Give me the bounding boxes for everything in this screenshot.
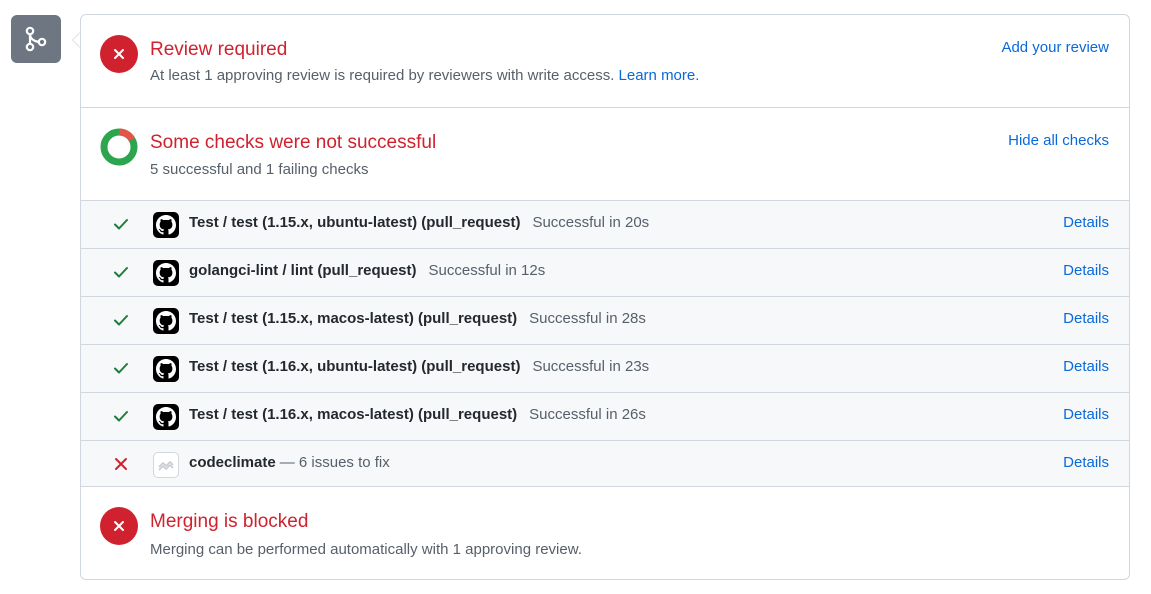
hide-checks-link[interactable]: Hide all checks xyxy=(1008,132,1109,149)
check-details-link[interactable]: Details xyxy=(1063,214,1109,231)
review-section: Review required At least 1 approving rev… xyxy=(81,15,1129,108)
check-name: golangci-lint / lint (pull_request) xyxy=(189,262,417,279)
check-description: Successful in 26s xyxy=(529,406,646,423)
check-row: Test / test (1.15.x, ubuntu-latest) (pul… xyxy=(81,201,1129,249)
merge-status-panel: Review required At least 1 approving rev… xyxy=(80,14,1130,580)
check-success-icon xyxy=(111,262,131,282)
review-failure-icon xyxy=(100,35,138,73)
github-icon xyxy=(153,212,179,238)
check-success-icon xyxy=(111,310,131,330)
check-success-icon xyxy=(111,358,131,378)
panel-pointer xyxy=(72,32,80,48)
check-row: Test / test (1.15.x, macos-latest) (pull… xyxy=(81,297,1129,345)
check-text: Test / test (1.15.x, macos-latest) (pull… xyxy=(189,310,646,327)
check-description: Successful in 23s xyxy=(532,358,650,375)
check-description: Successful in 20s xyxy=(532,214,650,231)
checks-list: Test / test (1.15.x, ubuntu-latest) (pul… xyxy=(81,201,1129,487)
codeclimate-icon xyxy=(153,452,179,478)
check-details-link[interactable]: Details xyxy=(1063,406,1109,423)
check-name: Test / test (1.15.x, ubuntu-latest) (pul… xyxy=(189,214,521,231)
check-description: Successful in 28s xyxy=(529,310,646,327)
check-name: codeclimate xyxy=(189,454,276,471)
check-name: Test / test (1.16.x, macos-latest) (pull… xyxy=(189,406,518,423)
checks-summary: 5 successful and 1 failing checks xyxy=(150,161,369,178)
add-review-link[interactable]: Add your review xyxy=(1001,39,1109,56)
check-name: Test / test (1.16.x, ubuntu-latest) (pul… xyxy=(189,358,521,375)
check-details-link[interactable]: Details xyxy=(1063,262,1109,279)
checks-status-ring-icon xyxy=(100,128,138,166)
check-row: Test / test (1.16.x, ubuntu-latest) (pul… xyxy=(81,345,1129,393)
review-description: At least 1 approving review is required … xyxy=(150,67,615,84)
github-icon xyxy=(153,356,179,382)
check-text: Test / test (1.16.x, ubuntu-latest) (pul… xyxy=(189,358,649,375)
check-description: — 6 issues to fix xyxy=(279,454,390,471)
review-description-line: At least 1 approving review is required … xyxy=(150,67,699,84)
learn-more-link[interactable]: Learn more. xyxy=(619,67,700,84)
check-success-icon xyxy=(111,406,131,426)
git-merge-icon xyxy=(11,15,61,63)
github-icon xyxy=(153,308,179,334)
review-title: Review required xyxy=(150,39,288,60)
check-row: golangci-lint / lint (pull_request) Succe… xyxy=(81,249,1129,297)
check-text: Test / test (1.15.x, ubuntu-latest) (pul… xyxy=(189,214,649,231)
check-failure-icon xyxy=(111,454,131,474)
checks-title: Some checks were not successful xyxy=(150,132,437,153)
check-text: golangci-lint / lint (pull_request) Succe… xyxy=(189,262,545,279)
merge-title: Merging is blocked xyxy=(150,511,309,532)
check-row: Test / test (1.16.x, macos-latest) (pull… xyxy=(81,393,1129,441)
check-success-icon xyxy=(111,214,131,234)
check-text: codeclimate — 6 issues to fix xyxy=(189,454,390,471)
merge-description: Merging can be performed automatically w… xyxy=(150,541,582,558)
check-name: Test / test (1.15.x, macos-latest) (pull… xyxy=(189,310,518,327)
check-row: codeclimate — 6 issues to fix Details xyxy=(81,441,1129,488)
merge-failure-icon xyxy=(100,507,138,545)
github-icon xyxy=(153,404,179,430)
check-details-link[interactable]: Details xyxy=(1063,358,1109,375)
check-description: Successful in 12s xyxy=(428,262,546,279)
check-text: Test / test (1.16.x, macos-latest) (pull… xyxy=(189,406,646,423)
checks-section: Some checks were not successful 5 succes… xyxy=(81,108,1129,201)
github-icon xyxy=(153,260,179,286)
merge-section: Merging is blocked Merging can be perfor… xyxy=(81,487,1129,579)
check-details-link[interactable]: Details xyxy=(1063,454,1109,471)
check-details-link[interactable]: Details xyxy=(1063,310,1109,327)
